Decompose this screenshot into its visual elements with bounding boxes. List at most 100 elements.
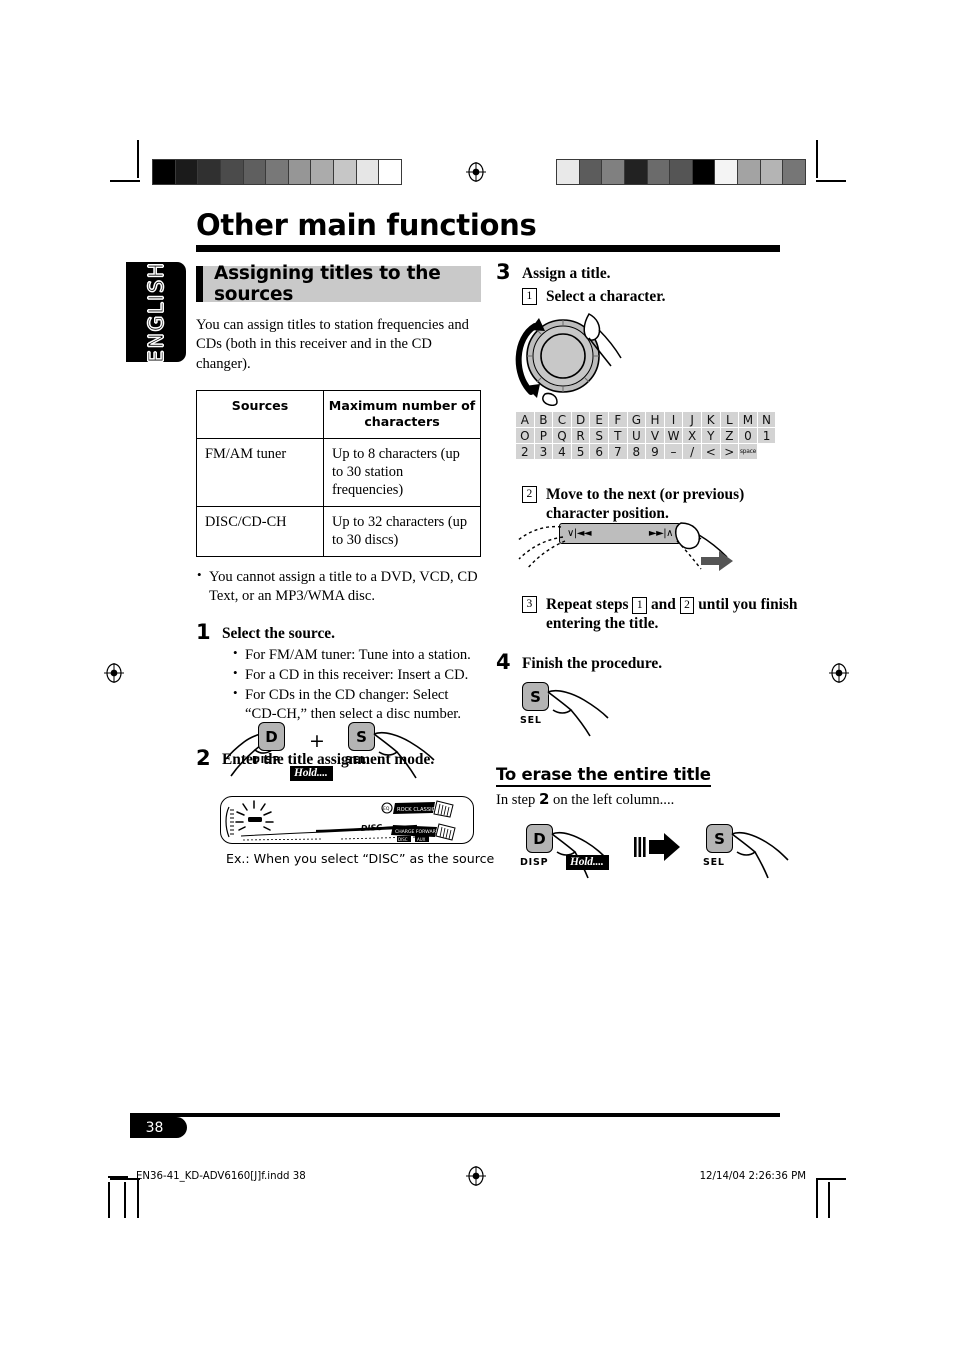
char-cell: Y <box>701 428 720 443</box>
char-cell: B <box>534 412 553 427</box>
erase-section-heading: To erase the entire title <box>496 765 711 787</box>
crop-mark-top-right-h <box>816 180 846 182</box>
step-1-bullets: For FM/AM tuner: Tune into a station. Fo… <box>232 645 481 724</box>
char-cell: U <box>627 428 646 443</box>
disp-button-glyph: D <box>533 829 546 848</box>
right-column: 3 Assign a title. 1 Select a character. <box>496 260 782 307</box>
char-cell: 5 <box>571 444 590 459</box>
footer-crop-mark-left-h <box>108 1176 128 1178</box>
registration-target-right <box>829 663 849 683</box>
crop-mark-top-right-v <box>816 140 818 178</box>
page-number-badge: 38 <box>130 1117 187 1138</box>
substep-3-3-ref2: 2 <box>679 597 695 614</box>
sel-button-glyph: S <box>530 687 541 706</box>
footer-timestamp: 12/14/04 2:26:36 PM <box>699 1171 806 1182</box>
char-cell: 1 <box>757 428 776 443</box>
step-3-heading: Assign a title. <box>522 265 611 282</box>
char-cell: Z <box>720 428 739 443</box>
footer-crop-mark-left-v2 <box>124 1182 126 1218</box>
disp-button[interactable]: D <box>258 722 285 751</box>
list-item: You cannot assign a title to a DVD, VCD,… <box>196 567 481 606</box>
greyscale-swatch <box>242 160 266 184</box>
substep-3-2-number: 2 <box>522 486 537 503</box>
sel-button-label: SEL <box>520 715 542 726</box>
substep-3-3: 3 Repeat steps 1 and 2 until you finish … <box>522 595 808 634</box>
greyscale-strip-right <box>556 159 806 185</box>
section-heading-label: Assigning titles to the sources <box>214 263 441 305</box>
finger-pointer-sel-icon <box>547 689 609 737</box>
char-cell: I <box>664 412 683 427</box>
greyscale-swatch <box>691 160 715 184</box>
step-4-key-illustration: S SEL <box>518 678 638 738</box>
registration-target-left <box>104 663 124 683</box>
svg-text:DISC: DISC <box>398 837 408 842</box>
greyscale-swatch <box>578 160 602 184</box>
char-cell: F <box>608 412 627 427</box>
svg-text:AUX: AUX <box>417 837 426 842</box>
plus-sign: + <box>309 730 325 752</box>
greyscale-swatch <box>197 160 220 184</box>
rocker-illustration: ∨|◄◄ ►►|∧ <box>505 515 735 575</box>
footer-crop-mark-right-v <box>828 1182 830 1218</box>
greyscale-swatch <box>333 160 356 184</box>
substep-3-3-middle: and <box>647 596 680 613</box>
disp-button-label: DISP <box>520 857 549 868</box>
table-header-row: Sources Maximum number of characters <box>196 389 481 440</box>
step-1-number: 1 <box>196 620 211 645</box>
hold-badge: Hold.... <box>566 855 609 870</box>
erase-section-text: In step 2 on the left column.... <box>496 790 782 810</box>
substep-3-3-text: Repeat steps 1 and 2 until you finish en… <box>546 596 797 632</box>
greyscale-swatch <box>355 160 379 184</box>
receiver-display-panel: DISC ROCK CLASSIC EQ CHARGE FORWARD DISC… <box>220 796 474 844</box>
char-cell: 8 <box>627 444 646 459</box>
display-caption: Ex.: When you select “DISC” as the sourc… <box>226 851 495 866</box>
step-4-number: 4 <box>496 650 511 674</box>
char-cell: 9 <box>646 444 664 459</box>
char-cell: M <box>739 412 757 427</box>
table-row: DISC/CD-CH Up to 32 characters (up to 30… <box>196 506 481 558</box>
character-grid: A B C D E F G H I J K L M N O P Q R S T U V W X Y Z 0 1 2 3 4 5 6 7 8 9– / < >… <box>516 412 776 459</box>
substep-3-1-text: Select a character. <box>546 288 666 306</box>
char-cell: N <box>757 412 776 427</box>
page-title: Other main functions <box>196 208 537 242</box>
char-cell: – <box>664 444 683 459</box>
char-cell: S <box>590 428 608 443</box>
char-cell: C <box>553 412 571 427</box>
language-tab-label: ENGLISH <box>143 261 168 364</box>
footer-crop-mark-left-v1 <box>108 1182 110 1218</box>
char-cell: 3 <box>534 444 553 459</box>
list-item: For FM/AM tuner: Tune into a station. <box>232 645 481 665</box>
greyscale-swatch <box>646 160 670 184</box>
char-cell: D <box>571 412 590 427</box>
rocker-press-arrows-icon <box>516 522 733 571</box>
page-number-rule <box>130 1113 780 1117</box>
intro-paragraph: You can assign titles to station frequen… <box>196 317 469 372</box>
svg-text:CHARGE FORWARD: CHARGE FORWARD <box>395 829 440 835</box>
svg-text:ROCK CLASSIC: ROCK CLASSIC <box>397 807 436 813</box>
crop-mark-top-left-h <box>110 180 140 182</box>
greyscale-strip-left <box>152 159 402 185</box>
display-panel-art: DISC ROCK CLASSIC EQ CHARGE FORWARD DISC… <box>225 800 456 842</box>
char-cell: 6 <box>590 444 608 459</box>
char-cell: P <box>534 428 553 443</box>
substep-3-1: 1 Select a character. <box>522 287 782 306</box>
table-cell-source: DISC/CD-CH <box>196 506 324 558</box>
language-tab: ENGLISH <box>126 261 186 364</box>
registration-target-top <box>466 162 486 182</box>
note-bullet-list: You cannot assign a title to a DVD, VCD,… <box>196 567 481 606</box>
greyscale-swatch <box>174 160 198 184</box>
char-cell: < <box>701 444 720 459</box>
table-header-max-chars: Maximum number of characters <box>323 389 481 440</box>
step-1: 1 Select the source. For FM/AM tuner: Tu… <box>196 620 481 724</box>
display-source-text: DISC <box>361 823 383 833</box>
greyscale-swatch <box>623 160 647 184</box>
erase-text-step-number: 2 <box>538 790 550 808</box>
registration-target-bottom <box>466 1166 486 1186</box>
table-cell-maxchars: Up to 32 characters (up to 30 discs) <box>323 506 481 558</box>
greyscale-swatch <box>287 160 311 184</box>
greyscale-swatch <box>310 160 334 184</box>
char-cell: space <box>739 444 757 459</box>
sel-button-glyph: S <box>356 727 367 746</box>
greyscale-swatch <box>153 160 175 184</box>
substep-3-3-number: 3 <box>522 596 537 613</box>
